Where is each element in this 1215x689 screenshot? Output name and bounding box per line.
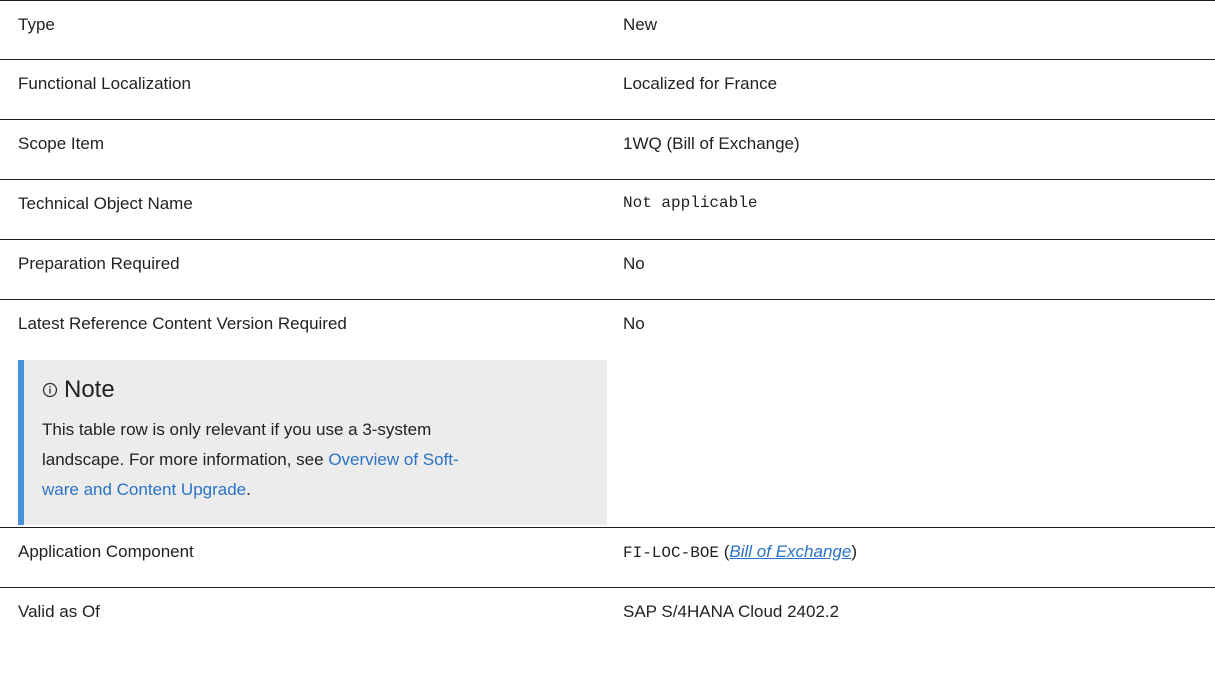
table-row: Preparation Required No: [0, 240, 1215, 300]
component-close-paren: ): [851, 542, 857, 561]
component-open-paren: (: [719, 542, 730, 561]
note-box: Note This table row is only relevant if …: [18, 360, 607, 525]
table-row: Application Component FI-LOC-BOE (Bill o…: [0, 528, 1215, 588]
row-label: Type: [18, 15, 55, 34]
overview-link-part2[interactable]: ware and Content Upgrade: [42, 480, 246, 499]
table-row: Technical Object Name Not applicable: [0, 180, 1215, 240]
overview-link-part1[interactable]: Overview of Soft-: [328, 450, 458, 469]
table-row: Scope Item 1WQ (Bill of Exchange): [0, 120, 1215, 180]
row-label: Scope Item: [18, 134, 104, 153]
row-label: Preparation Required: [18, 254, 180, 273]
properties-table: Type New Functional Localization Localiz…: [0, 0, 1215, 648]
technical-object-name-value: Not applicable: [623, 194, 758, 212]
row-label: Functional Localization: [18, 74, 191, 93]
table-row: Valid as Of SAP S/4HANA Cloud 2402.2: [0, 588, 1215, 648]
note-title-text: Note: [64, 376, 115, 403]
row-value: New: [623, 15, 658, 34]
note-body-line2: landscape. For more information, see: [42, 450, 329, 470]
info-icon: [42, 382, 58, 398]
note-body: This table row is only relevant if you u…: [42, 415, 587, 505]
component-link[interactable]: Bill of Exchange: [729, 542, 851, 561]
table-row: Functional Localization Localized for Fr…: [0, 60, 1215, 120]
component-code: FI-LOC-BOE: [623, 544, 720, 562]
note-body-line1: This table row is only relevant if you u…: [42, 420, 432, 440]
table-row: Type New: [0, 0, 1215, 60]
row-label: Technical Object Name: [18, 194, 193, 213]
row-label: Valid as Of: [18, 602, 100, 621]
row-label: Application Component: [18, 542, 194, 561]
note-title: Note: [42, 374, 587, 405]
row-value: 1WQ (Bill of Exchange): [623, 134, 800, 153]
row-value: SAP S/4HANA Cloud 2402.2: [623, 602, 840, 621]
row-value: No: [623, 314, 645, 333]
table-row: Latest Reference Content Version Require…: [0, 300, 1215, 528]
row-value: No: [623, 254, 645, 273]
row-value: Localized for France: [623, 74, 778, 93]
note-suffix: .: [246, 480, 251, 500]
application-component-value: FI-LOC-BOE (Bill of Exchange): [603, 528, 1215, 587]
